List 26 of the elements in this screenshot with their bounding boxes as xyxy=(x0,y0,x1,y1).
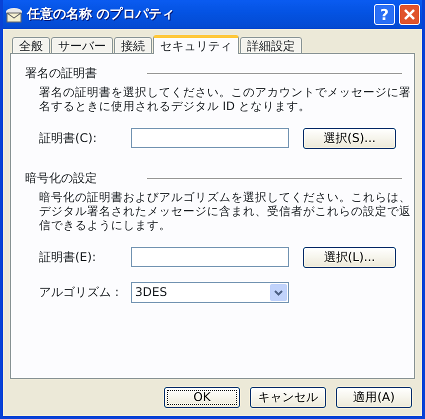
field-label: 証明書(C): xyxy=(39,131,98,146)
description: 暗号化の証明書およびアルゴリズムを選択してください。これらは、デジタル署名されたメッセージに含まれ、受信者がこれらの設定で返信できるようにします。 xyxy=(38,191,412,233)
dialog-button[interactable]: 適用(A) xyxy=(336,387,412,408)
mail-icon xyxy=(5,6,23,22)
field-label: アルゴリズム : xyxy=(39,285,120,300)
field-label: 証明書(E): xyxy=(39,250,97,264)
chevron-down-icon xyxy=(270,284,287,301)
tab[interactable]: 詳細設定 xyxy=(240,37,302,53)
description: 署名の証明書を選択してください。このアカウントでメッセージに署名するときに使用されるデジタル ID となります。 xyxy=(38,86,412,114)
section-heading: 暗号化の設定 xyxy=(25,170,97,186)
help-button[interactable]: ? xyxy=(374,4,395,25)
tab[interactable]: セキュリティ xyxy=(153,35,239,54)
select-button[interactable]: 選択(L)... xyxy=(303,246,396,268)
close-button[interactable] xyxy=(399,4,420,25)
dialog-button[interactable]: キャンセル xyxy=(250,387,326,408)
close-icon xyxy=(403,8,416,21)
tab[interactable]: 接続 xyxy=(114,37,152,53)
tab[interactable]: サーバー xyxy=(51,37,113,53)
algorithm-dropdown[interactable]: 3DES xyxy=(131,282,289,303)
tab[interactable]: 全般 xyxy=(12,37,50,53)
certificate-field[interactable] xyxy=(131,247,289,268)
certificate-field[interactable] xyxy=(131,128,289,148)
section-heading: 署名の証明書 xyxy=(25,66,97,80)
window-title: 任意の名称 のプロパティ xyxy=(27,6,176,22)
dialog-button[interactable]: OK xyxy=(164,387,240,408)
select-button[interactable]: 選択(S)... xyxy=(303,128,396,149)
